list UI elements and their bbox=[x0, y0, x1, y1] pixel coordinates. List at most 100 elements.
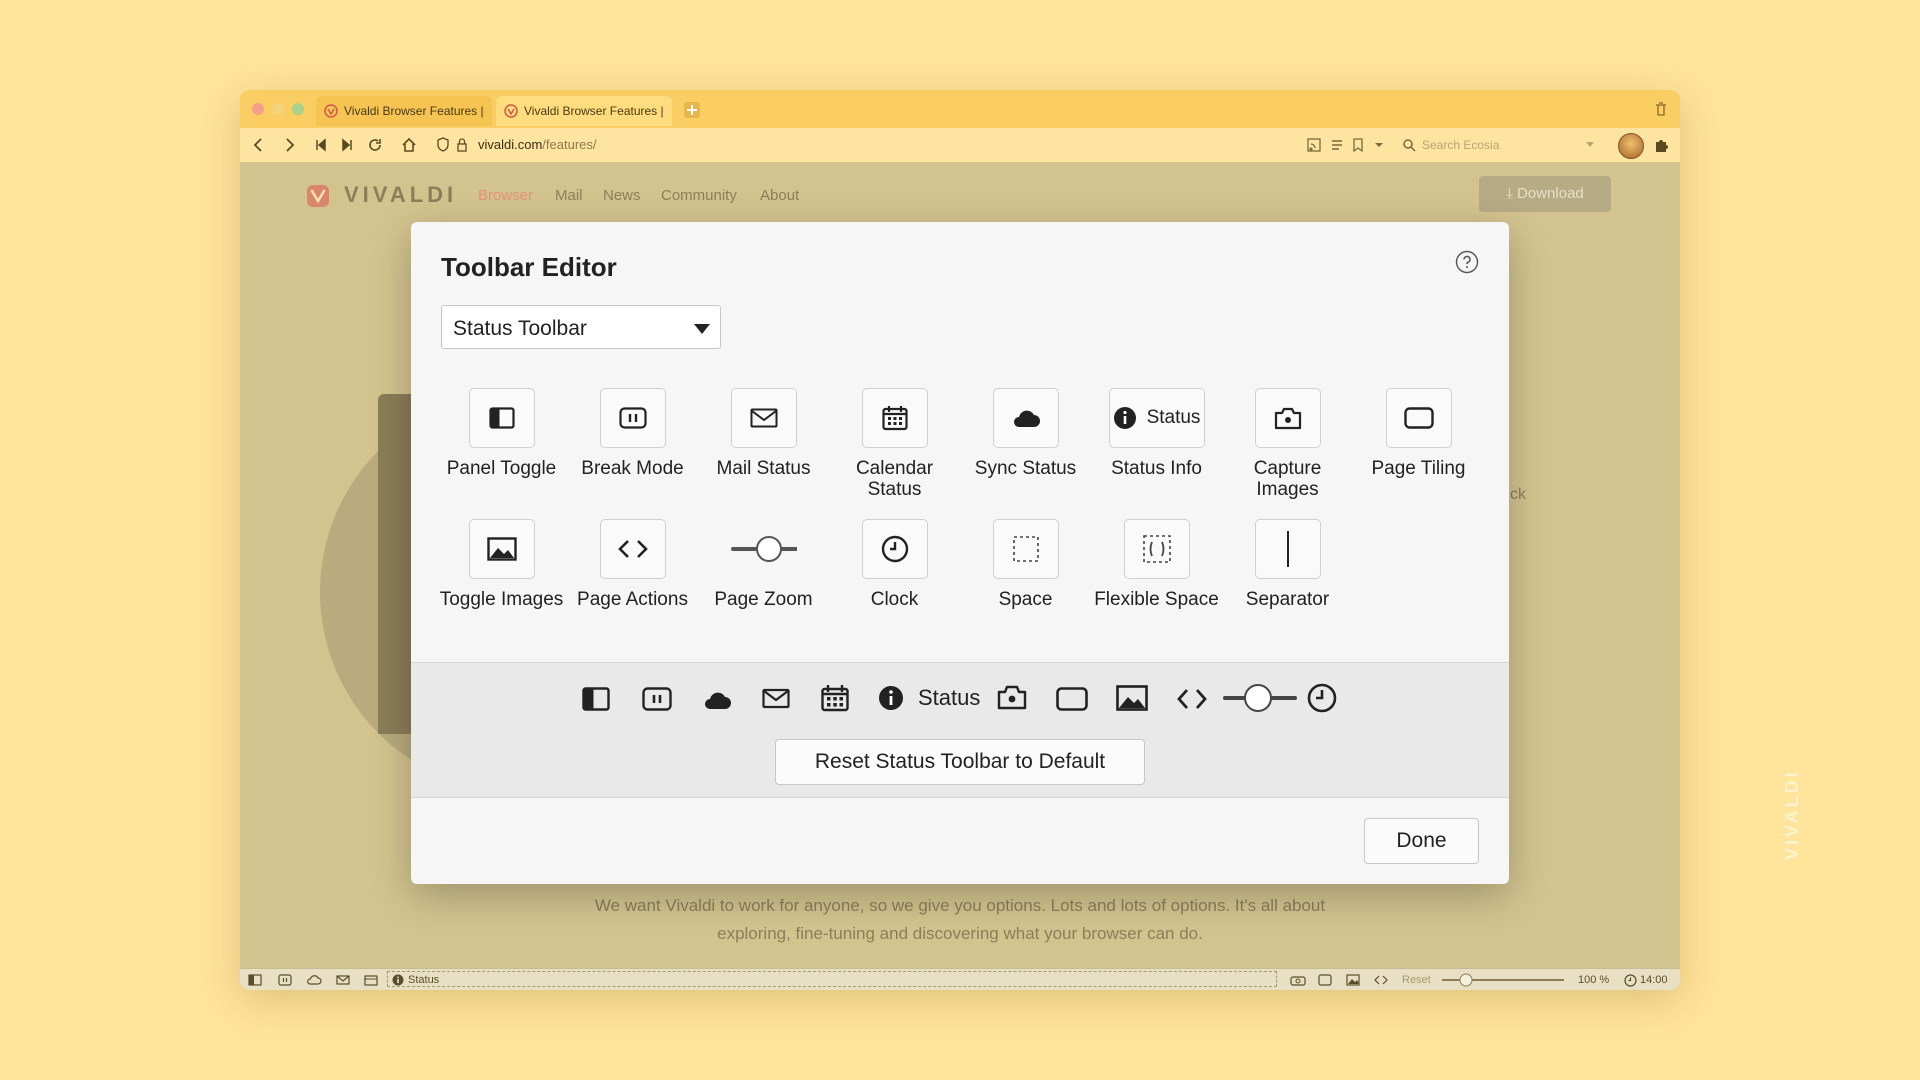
info-icon bbox=[392, 974, 404, 986]
lock-icon bbox=[457, 138, 467, 152]
fast-forward-icon[interactable] bbox=[340, 136, 354, 154]
toolbar-item-toggle-images[interactable]: Toggle Images bbox=[436, 519, 567, 610]
search-engine-chevron-icon[interactable] bbox=[1586, 142, 1594, 148]
page-tiling-icon-box[interactable] bbox=[1385, 388, 1452, 448]
home-icon[interactable] bbox=[400, 136, 418, 154]
close-window-button[interactable] bbox=[252, 103, 264, 115]
cloud-icon-box[interactable] bbox=[992, 388, 1059, 448]
image-icon-box[interactable] bbox=[468, 519, 535, 579]
mail-icon[interactable] bbox=[336, 974, 350, 986]
vivaldi-wordmark[interactable]: VIVALDI bbox=[344, 182, 457, 208]
calendar-icon[interactable] bbox=[364, 974, 378, 986]
flexible-space-icon-box[interactable] bbox=[1123, 519, 1190, 579]
camera-icon-box[interactable] bbox=[1254, 388, 1321, 448]
address-bar: vivaldi.com/features/ Search Ecosia bbox=[240, 128, 1680, 163]
toolbar-item-page-actions[interactable]: Page Actions bbox=[567, 519, 698, 610]
nav-mail[interactable]: Mail bbox=[555, 187, 583, 204]
page-tiling-icon[interactable] bbox=[1318, 974, 1332, 986]
break-mode-icon-box[interactable] bbox=[599, 388, 666, 448]
space-icon-box[interactable] bbox=[992, 519, 1059, 579]
mail-icon-box[interactable] bbox=[730, 388, 797, 448]
toolbar-item-calendar-status[interactable]: Calendar Status bbox=[829, 388, 960, 500]
help-icon[interactable] bbox=[1455, 250, 1479, 274]
reload-icon[interactable] bbox=[366, 136, 384, 154]
download-button[interactable]: ⤓ Download bbox=[1479, 176, 1611, 212]
cloud-icon[interactable] bbox=[702, 689, 732, 711]
toolbar-item-mail-status[interactable]: Mail Status bbox=[698, 388, 829, 479]
minimize-window-button[interactable] bbox=[272, 103, 284, 115]
info-icon bbox=[1113, 407, 1136, 429]
toolbar-item-status-info[interactable]: Status Status Info bbox=[1091, 388, 1222, 479]
zoom-slider[interactable] bbox=[1222, 682, 1298, 714]
extensions-icon[interactable] bbox=[1652, 136, 1670, 154]
code-icon[interactable] bbox=[1176, 687, 1208, 711]
trash-icon[interactable] bbox=[1654, 101, 1668, 117]
toolbar-item-panel-toggle[interactable]: Panel Toggle bbox=[436, 388, 567, 479]
info-icon[interactable] bbox=[878, 685, 904, 711]
shield-icon[interactable] bbox=[436, 136, 450, 154]
panel-toggle-icon-box[interactable] bbox=[468, 388, 535, 448]
vivaldi-logo-icon[interactable] bbox=[306, 184, 330, 208]
nav-news[interactable]: News bbox=[603, 187, 641, 204]
bookmark-icon[interactable] bbox=[1352, 136, 1364, 154]
toolbar-item-separator[interactable]: Separator bbox=[1222, 519, 1353, 610]
toolbar-item-page-tiling[interactable]: Page Tiling bbox=[1353, 388, 1484, 479]
zoom-slider-icon-box[interactable] bbox=[730, 519, 797, 579]
break-mode-icon[interactable] bbox=[278, 974, 292, 986]
rewind-icon[interactable] bbox=[314, 136, 328, 154]
toolbar-item-clock[interactable]: Clock bbox=[829, 519, 960, 610]
toolbar-select[interactable]: Status Toolbar bbox=[441, 305, 721, 349]
toolbar-item-sync-status[interactable]: Sync Status bbox=[960, 388, 1091, 479]
toolbar-item-page-zoom[interactable]: Page Zoom bbox=[698, 519, 829, 610]
forward-icon[interactable] bbox=[282, 136, 298, 154]
code-icon[interactable] bbox=[1374, 974, 1388, 986]
status-info-icon-box[interactable]: Status bbox=[1108, 388, 1205, 448]
url-field[interactable]: vivaldi.com/features/ bbox=[478, 137, 597, 152]
new-tab-button[interactable] bbox=[684, 102, 700, 118]
camera-icon[interactable] bbox=[1290, 974, 1306, 986]
tab-1[interactable]: Vivaldi Browser Features | bbox=[316, 96, 492, 126]
image-icon[interactable] bbox=[1346, 974, 1360, 986]
chevron-down-icon[interactable] bbox=[1374, 136, 1384, 154]
toolbar-item-capture-images[interactable]: Capture Images bbox=[1222, 388, 1353, 500]
item-label: Break Mode bbox=[581, 458, 684, 479]
clock-icon bbox=[1624, 974, 1637, 987]
item-label: Space bbox=[998, 589, 1053, 610]
toolbar-item-space[interactable]: Space bbox=[960, 519, 1091, 610]
nav-browser[interactable]: Browser bbox=[478, 187, 533, 204]
code-icon-box[interactable] bbox=[599, 519, 666, 579]
camera-icon[interactable] bbox=[996, 684, 1028, 710]
reset-toolbar-button[interactable]: Reset Status Toolbar to Default bbox=[775, 739, 1145, 785]
item-label: Separator bbox=[1245, 589, 1330, 610]
calendar-icon-box[interactable] bbox=[861, 388, 928, 448]
zoom-slider[interactable] bbox=[1440, 973, 1566, 987]
item-label: Toggle Images bbox=[439, 589, 564, 610]
page-tiling-icon[interactable] bbox=[1056, 687, 1088, 711]
mail-icon[interactable] bbox=[762, 688, 790, 710]
panel-toggle-icon[interactable] bbox=[582, 687, 610, 711]
url-path: /features/ bbox=[542, 137, 597, 152]
clock-icon-box[interactable] bbox=[861, 519, 928, 579]
calendar-icon[interactable] bbox=[821, 684, 849, 712]
toolbar-item-break-mode[interactable]: Break Mode bbox=[567, 388, 698, 479]
maximize-window-button[interactable] bbox=[292, 103, 304, 115]
back-icon[interactable] bbox=[250, 136, 266, 154]
image-icon[interactable] bbox=[1116, 685, 1148, 711]
clock-icon[interactable] bbox=[1307, 683, 1337, 713]
panel-toggle-icon[interactable] bbox=[248, 974, 262, 986]
nav-community[interactable]: Community bbox=[661, 187, 737, 204]
done-button[interactable]: Done bbox=[1364, 818, 1479, 864]
zoom-level: 100 % bbox=[1578, 974, 1610, 986]
cloud-icon[interactable] bbox=[306, 974, 322, 986]
rss-icon[interactable] bbox=[1306, 136, 1322, 154]
tab-2[interactable]: Vivaldi Browser Features | bbox=[496, 96, 672, 126]
break-mode-icon[interactable] bbox=[642, 687, 672, 711]
zoom-reset-button[interactable]: Reset bbox=[1402, 974, 1431, 986]
profile-avatar[interactable] bbox=[1618, 133, 1644, 159]
reader-view-icon[interactable] bbox=[1330, 136, 1344, 154]
nav-about[interactable]: About bbox=[760, 187, 799, 204]
search-field[interactable]: Search Ecosia bbox=[1400, 134, 1600, 156]
separator-icon-box[interactable] bbox=[1254, 519, 1321, 579]
status-info-label: Status bbox=[408, 974, 440, 986]
toolbar-item-flexible-space[interactable]: Flexible Space bbox=[1091, 519, 1222, 610]
